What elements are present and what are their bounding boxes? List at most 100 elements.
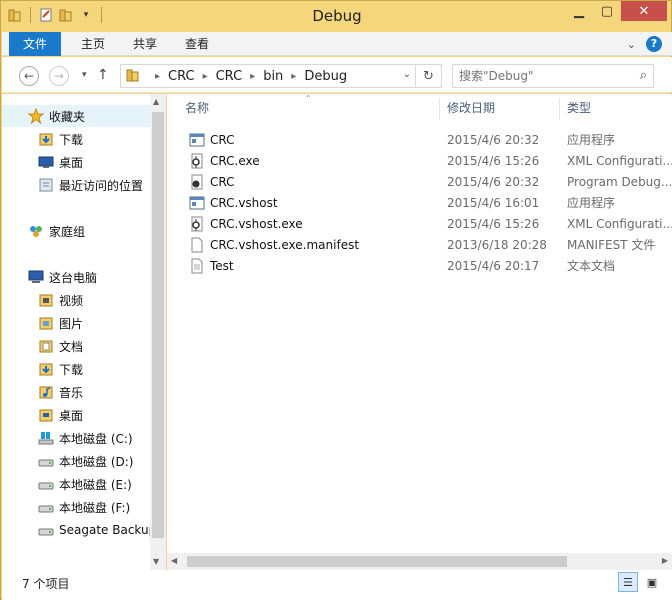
search-icon[interactable]: ⌕	[640, 68, 647, 83]
title-bar: ▾ Debug ▁ ▢ ✕	[1, 1, 672, 32]
file-row[interactable]: CRC.vshost 2015/4/6 16:01 应用程序	[183, 192, 672, 213]
minimize-button[interactable]: ▁	[565, 1, 593, 21]
file-row[interactable]: Test 2015/4/6 20:17 文本文档	[183, 255, 672, 276]
nav-favorites[interactable]: 收藏夹	[2, 105, 150, 127]
chevron-down-icon[interactable]: ⌄	[627, 38, 636, 51]
breadcrumb-item[interactable]: CRC	[216, 69, 243, 84]
file-name-cell[interactable]: CRC.exe	[189, 153, 260, 169]
search-input[interactable]	[453, 65, 623, 87]
nav-this-pc[interactable]: 这台电脑	[28, 266, 97, 288]
nav-label: 图片	[59, 316, 84, 331]
nav-homegroup[interactable]: 家庭组	[28, 220, 85, 242]
nav-item-drive-c[interactable]: 本地磁盘 (C:)	[38, 427, 133, 449]
nav-item-documents[interactable]: 文档	[38, 335, 83, 357]
file-name-cell[interactable]: CRC.vshost.exe.manifest	[189, 237, 359, 253]
nav-item-recent[interactable]: 最近访问的位置	[38, 174, 143, 196]
scroll-right-icon[interactable]: ▶	[662, 556, 668, 565]
horizontal-scrollbar[interactable]: ◀ ▶	[167, 553, 672, 570]
file-icon	[189, 237, 205, 253]
chevron-right-icon[interactable]: ▸	[155, 71, 160, 82]
tab-home[interactable]: 主页	[67, 32, 119, 56]
nav-item-drive-d[interactable]: 本地磁盘 (D:)	[38, 450, 133, 472]
scroll-left-icon[interactable]: ◀	[171, 556, 177, 565]
column-header-date[interactable]: 修改日期	[447, 94, 495, 122]
file-name-cell[interactable]: CRC	[189, 174, 235, 190]
address-bar[interactable]: ▸ CRC ▸ CRC ▸ bin ▸ Debug ⌄ ↻	[120, 64, 442, 88]
tab-view[interactable]: 查看	[171, 32, 223, 56]
nav-item-music[interactable]: 音乐	[38, 381, 83, 403]
tab-share[interactable]: 共享	[119, 32, 171, 56]
nav-item-videos[interactable]: 视频	[38, 289, 83, 311]
details-view-button[interactable]: ☰	[618, 572, 638, 592]
up-arrow-icon[interactable]: ↑	[97, 67, 109, 83]
column-divider[interactable]	[559, 98, 560, 120]
navigation-pane: 收藏夹 下载 桌面 最近访问的位置 家庭组 这台电脑 视频 图片 文档 下载 音…	[2, 94, 166, 570]
downloads-folder-icon	[38, 131, 54, 147]
nav-item-pictures[interactable]: 图片	[38, 312, 83, 334]
text-file-icon	[189, 258, 205, 274]
large-icons-view-button[interactable]: ▣	[642, 572, 662, 592]
nav-label: 视频	[59, 293, 84, 308]
nav-label: 文档	[59, 339, 84, 354]
file-name: CRC.vshost.exe.manifest	[210, 237, 360, 252]
item-count: 7 个项目	[22, 577, 70, 591]
status-bar: 7 个项目 ☰ ▣	[2, 570, 672, 600]
recent-locations-icon[interactable]: ▾	[82, 70, 87, 80]
breadcrumb: ▸ CRC ▸ CRC ▸ bin ▸ Debug	[147, 69, 347, 84]
nav-item-desktop[interactable]: 桌面	[38, 151, 83, 173]
column-header-type[interactable]: 类型	[567, 94, 591, 122]
videos-folder-icon	[38, 292, 54, 308]
file-type: 文本文档	[567, 259, 616, 273]
nav-label: 家庭组	[49, 224, 86, 239]
breadcrumb-item[interactable]: bin	[263, 69, 283, 84]
file-row[interactable]: CRC.vshost.exe 2015/4/6 15:26 XML Configur…	[183, 213, 672, 234]
forward-button[interactable]: →	[49, 66, 69, 86]
close-button[interactable]: ✕	[621, 1, 667, 21]
nav-label: 最近访问的位置	[59, 178, 144, 193]
nav-item-desktop-pc[interactable]: 桌面	[38, 404, 83, 426]
nav-label: 本地磁盘 (C:)	[59, 431, 133, 446]
search-box[interactable]: ⌕	[452, 64, 654, 88]
file-list-pane: ⌃ 名称 修改日期 类型 CRC 2015/4/6 20:32 应用程序 CRC.ex…	[167, 94, 672, 570]
chevron-right-icon[interactable]: ▸	[203, 71, 208, 82]
chevron-down-icon[interactable]: ⌄	[403, 69, 411, 80]
scrollbar-thumb[interactable]	[187, 556, 567, 567]
maximize-button[interactable]: ▢	[593, 1, 621, 21]
nav-item-seagate[interactable]: Seagate Backup	[38, 519, 156, 541]
file-name-cell[interactable]: Test	[189, 258, 234, 274]
scroll-down-icon[interactable]: ▼	[153, 557, 159, 566]
documents-folder-icon	[38, 338, 54, 354]
column-divider[interactable]	[439, 98, 440, 120]
config-icon	[189, 153, 205, 169]
nav-label: 桌面	[59, 408, 84, 423]
file-row[interactable]: CRC.vshost.exe.manifest 2013/6/18 20:28 MA…	[183, 234, 672, 255]
breadcrumb-item[interactable]: CRC	[168, 69, 195, 84]
nav-label: 下载	[59, 362, 84, 377]
nav-scrollbar[interactable]: ▲ ▼	[150, 94, 166, 570]
file-date: 2015/4/6 15:26	[447, 153, 540, 168]
drive-icon	[38, 453, 54, 469]
refresh-icon[interactable]: ↻	[415, 65, 441, 87]
scrollbar-thumb[interactable]	[152, 112, 164, 538]
breadcrumb-item[interactable]: Debug	[304, 69, 347, 84]
scroll-up-icon[interactable]: ▲	[153, 97, 159, 106]
nav-item-drive-f[interactable]: 本地磁盘 (F:)	[38, 496, 130, 518]
file-name-cell[interactable]: CRC.vshost	[189, 195, 278, 211]
file-row[interactable]: CRC 2015/4/6 20:32 应用程序	[183, 129, 672, 150]
file-name-cell[interactable]: CRC	[189, 132, 235, 148]
help-icon[interactable]: ?	[646, 36, 662, 52]
chevron-right-icon[interactable]: ▸	[250, 71, 255, 82]
back-button[interactable]: ←	[19, 66, 39, 86]
nav-item-downloads-pc[interactable]: 下载	[38, 358, 83, 380]
chevron-right-icon[interactable]: ▸	[291, 71, 296, 82]
column-header-name[interactable]: 名称	[185, 94, 209, 122]
nav-item-downloads[interactable]: 下载	[38, 128, 83, 150]
nav-label: Seagate Backup	[59, 523, 157, 537]
file-type: MANIFEST 文件	[567, 238, 656, 252]
file-row[interactable]: CRC 2015/4/6 20:32 Program Debug...	[183, 171, 672, 192]
homegroup-icon	[28, 223, 44, 239]
tab-file[interactable]: 文件	[9, 32, 62, 56]
nav-item-drive-e[interactable]: 本地磁盘 (E:)	[38, 473, 132, 495]
file-row[interactable]: CRC.exe 2015/4/6 15:26 XML Configurati...	[183, 150, 672, 171]
file-name-cell[interactable]: CRC.vshost.exe	[189, 216, 303, 232]
